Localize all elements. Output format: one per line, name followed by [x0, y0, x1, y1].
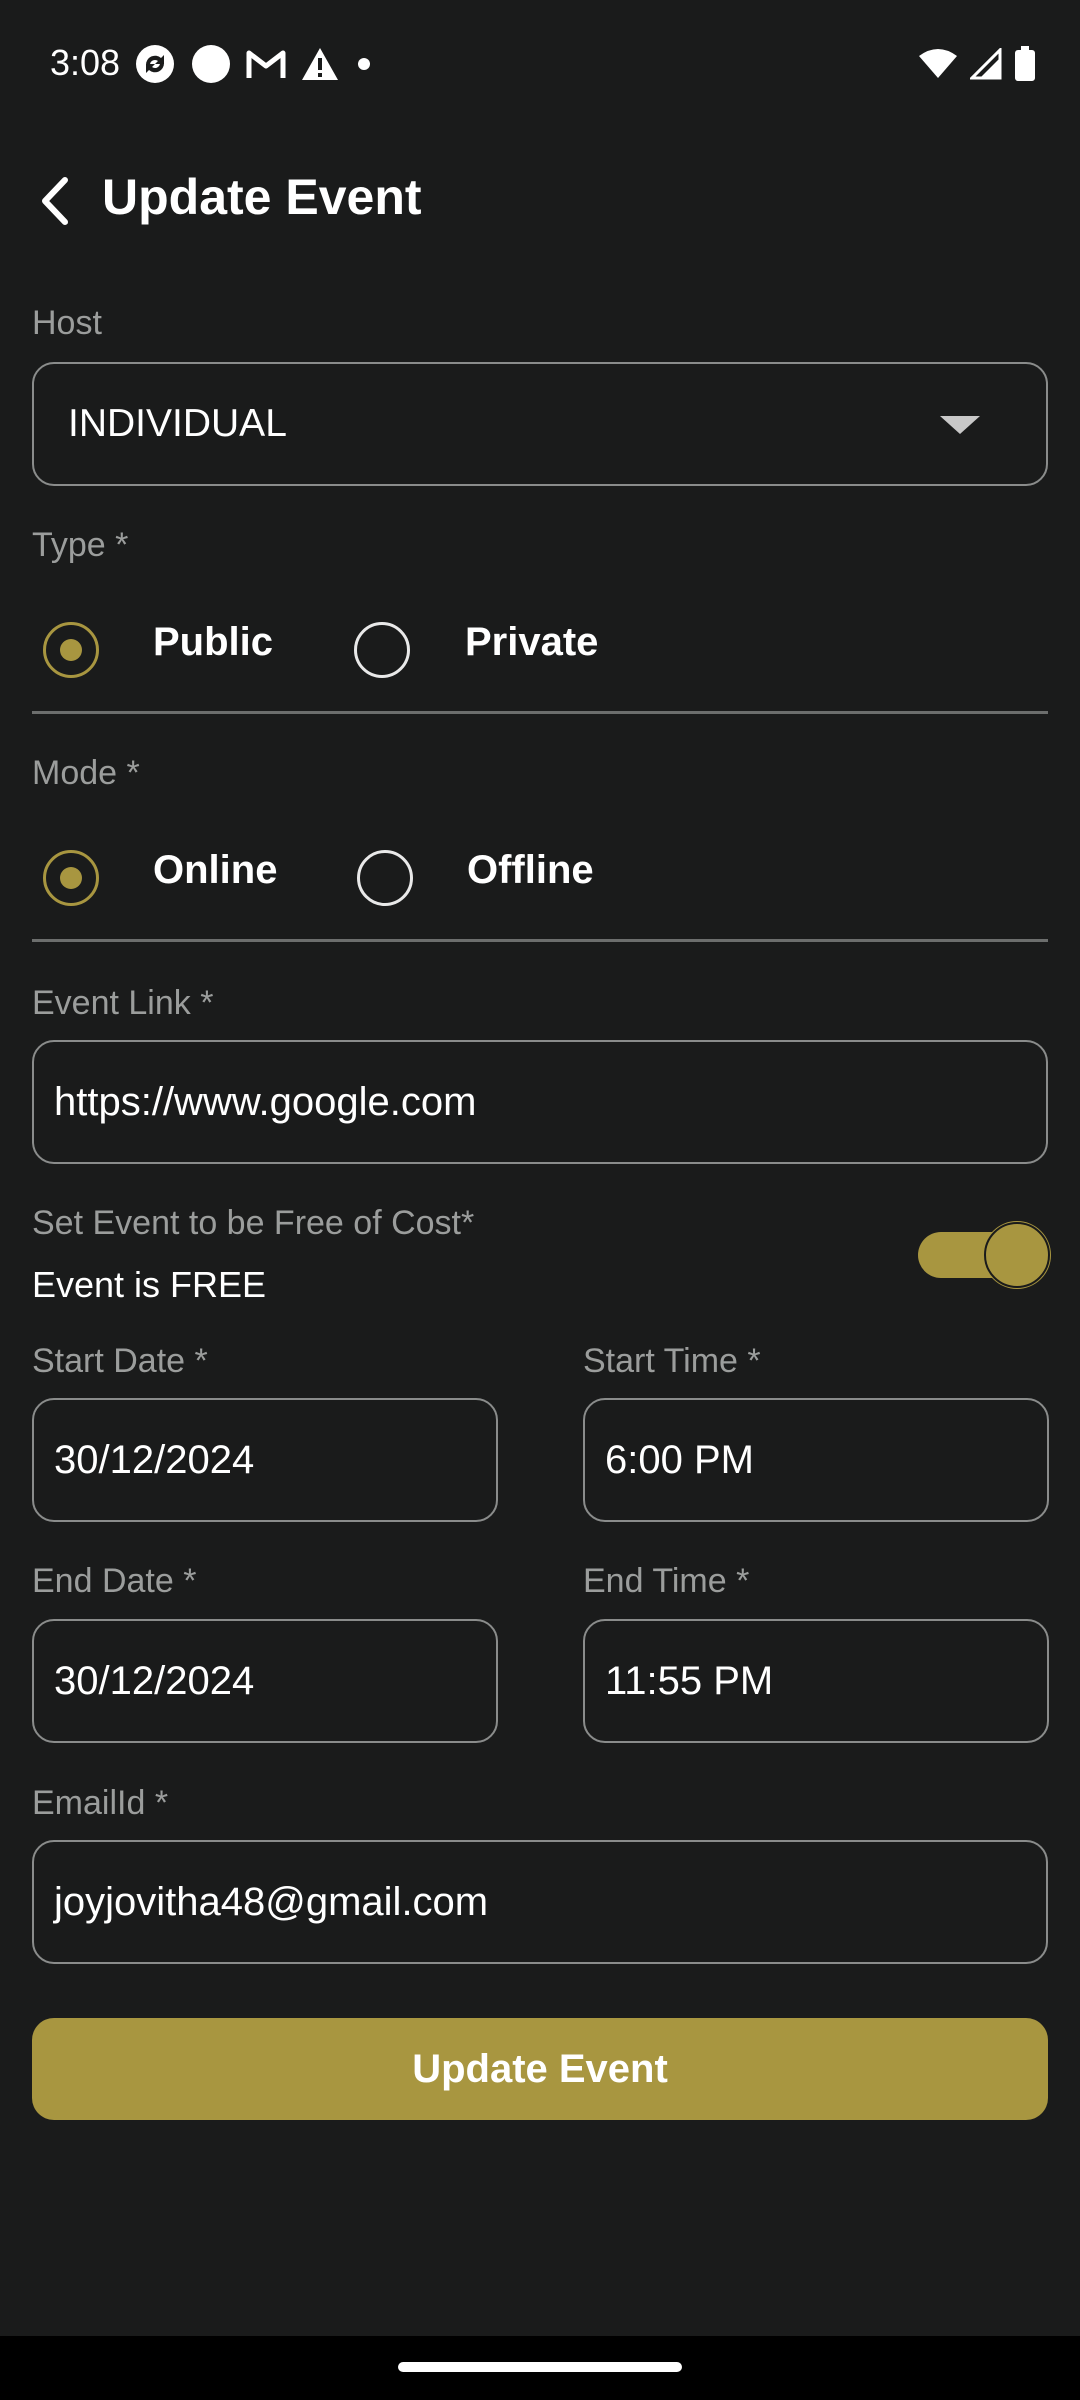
radio-online-label[interactable]: Online [153, 848, 277, 893]
email-field[interactable]: joyjovitha48@gmail.com [32, 1840, 1048, 1964]
event-link-value: https://www.google.com [54, 1079, 477, 1124]
chevron-left-icon [42, 177, 68, 225]
host-value: INDIVIDUAL [68, 402, 287, 445]
circle-icon [192, 45, 230, 83]
wifi-icon [919, 49, 957, 78]
sync-icon [136, 45, 174, 83]
end-date-value: 30/12/2024 [54, 1658, 255, 1703]
free-status-text: Event is FREE [32, 1264, 267, 1305]
start-time-value: 6:00 PM [605, 1437, 754, 1482]
type-label: Type * [32, 526, 129, 564]
end-time-input[interactable]: 11:55 PM [583, 1619, 1049, 1743]
end-date-label: End Date * [32, 1562, 197, 1600]
warning-icon [302, 48, 338, 80]
mode-divider [32, 939, 1048, 942]
system-icons [918, 42, 1036, 86]
radio-public[interactable] [43, 622, 99, 678]
radio-online[interactable] [43, 850, 99, 906]
toggle-thumb [984, 1222, 1050, 1288]
page-title: Update Event [102, 169, 422, 225]
host-label: Host [32, 304, 102, 342]
notification-icons [134, 42, 374, 86]
radio-offline-label[interactable]: Offline [467, 848, 594, 893]
radio-private-label[interactable]: Private [465, 620, 598, 665]
email-value: joyjovitha48@gmail.com [54, 1879, 489, 1924]
end-time-value: 11:55 PM [605, 1658, 774, 1703]
radio-private[interactable] [354, 622, 410, 678]
mode-label: Mode * [32, 754, 140, 792]
signal-icon [970, 48, 1002, 80]
start-date-value: 30/12/2024 [54, 1437, 255, 1482]
event-link-input[interactable]: https://www.google.com [32, 1040, 1048, 1164]
end-time-label: End Time * [583, 1562, 750, 1600]
dot-icon [358, 58, 370, 70]
free-cost-label: Set Event to be Free of Cost* [32, 1204, 475, 1242]
dropdown-arrow-icon [940, 416, 980, 434]
event-link-label: Event Link * [32, 984, 214, 1022]
home-indicator[interactable] [398, 2362, 682, 2372]
battery-icon [1015, 46, 1035, 81]
app-bar: Update Event [0, 150, 1080, 250]
status-time: 3:08 [50, 42, 121, 83]
navigation-bar [0, 2336, 1080, 2400]
start-date-label: Start Date * [32, 1342, 208, 1380]
radio-offline[interactable] [357, 850, 413, 906]
status-bar: 3:08 [0, 0, 1080, 128]
type-divider [32, 711, 1048, 714]
end-date-input[interactable]: 30/12/2024 [32, 1619, 498, 1743]
free-cost-toggle[interactable] [918, 1222, 1050, 1288]
update-event-button[interactable]: Update Event [32, 2018, 1048, 2120]
back-button[interactable] [20, 166, 90, 236]
host-dropdown[interactable]: INDIVIDUAL [32, 362, 1048, 486]
start-time-input[interactable]: 6:00 PM [583, 1398, 1049, 1522]
radio-public-label[interactable]: Public [153, 620, 273, 665]
email-label: EmailId * [32, 1784, 169, 1822]
gmail-icon [246, 50, 286, 78]
start-time-label: Start Time * [583, 1342, 761, 1380]
start-date-input[interactable]: 30/12/2024 [32, 1398, 498, 1522]
